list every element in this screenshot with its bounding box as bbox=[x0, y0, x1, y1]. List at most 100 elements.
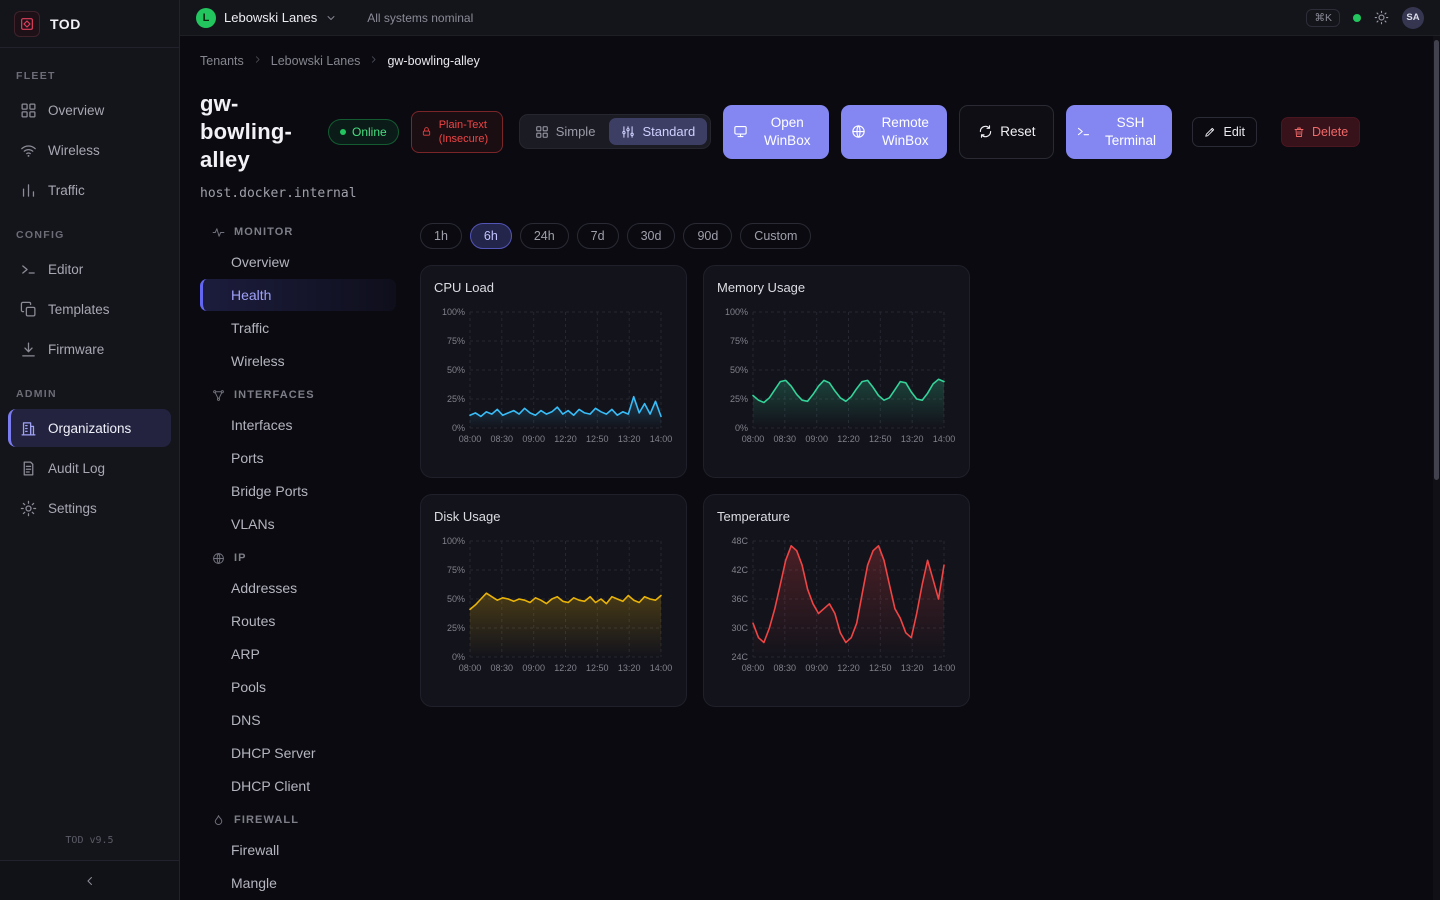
time-range-24h[interactable]: 24h bbox=[520, 223, 569, 249]
time-range-90d[interactable]: 90d bbox=[683, 223, 732, 249]
status-badge: Online bbox=[328, 119, 399, 145]
svg-text:13:20: 13:20 bbox=[618, 434, 641, 444]
subnav-item-traffic[interactable]: Traffic bbox=[200, 312, 396, 344]
grid-icon bbox=[20, 102, 37, 119]
subnav-item-arp[interactable]: ARP bbox=[200, 638, 396, 670]
time-range-6h[interactable]: 6h bbox=[470, 223, 512, 249]
subnav-item-health[interactable]: Health bbox=[200, 279, 396, 311]
time-range-1h[interactable]: 1h bbox=[420, 223, 462, 249]
svg-text:14:00: 14:00 bbox=[933, 434, 956, 444]
topbar-actions: ⌘K SA bbox=[1306, 7, 1424, 29]
pulse-icon bbox=[212, 226, 225, 239]
subnav-item-firewall[interactable]: Firewall bbox=[200, 834, 396, 866]
svg-text:09:00: 09:00 bbox=[805, 434, 828, 444]
scrollbar[interactable] bbox=[1433, 36, 1440, 900]
subnav-section-label: IP bbox=[234, 552, 247, 564]
chart-card-cpu-load: CPU Load 100%75%50%25%0%08:0008:3009:001… bbox=[420, 265, 687, 478]
svg-text:100%: 100% bbox=[442, 536, 465, 546]
subnav-item-vlans[interactable]: VLANs bbox=[200, 508, 396, 540]
chevron-down-icon bbox=[325, 12, 337, 24]
sidebar-section-config: CONFIG bbox=[0, 211, 179, 248]
time-range-30d[interactable]: 30d bbox=[627, 223, 676, 249]
terminal-icon bbox=[20, 261, 37, 278]
svg-text:75%: 75% bbox=[447, 336, 465, 346]
doc-icon bbox=[20, 460, 37, 477]
device-host: host.docker.internal bbox=[200, 186, 1420, 201]
svg-text:12:50: 12:50 bbox=[869, 663, 892, 673]
chart-card-memory-usage: Memory Usage 100%75%50%25%0%08:0008:3009… bbox=[703, 265, 970, 478]
breadcrumb: TenantsLebowski Lanesgw-bowling-alley bbox=[200, 54, 1420, 68]
collapse-sidebar-button[interactable] bbox=[0, 860, 179, 900]
chevron-right-icon bbox=[368, 54, 379, 68]
remote-winbox-button[interactable]: Remote WinBox bbox=[841, 105, 947, 159]
delete-button[interactable]: Delete bbox=[1281, 117, 1360, 147]
chart-title: CPU Load bbox=[434, 280, 673, 295]
edit-button[interactable]: Edit bbox=[1192, 117, 1257, 147]
svg-text:24C: 24C bbox=[731, 652, 748, 662]
view-standard-toggle[interactable]: Standard bbox=[609, 118, 707, 145]
time-range-7d[interactable]: 7d bbox=[577, 223, 619, 249]
sliders-icon bbox=[621, 125, 635, 139]
ssh-terminal-button[interactable]: SSH Terminal bbox=[1066, 105, 1172, 159]
subnav-item-ports[interactable]: Ports bbox=[200, 442, 396, 474]
sidebar-item-audit-log[interactable]: Audit Log bbox=[8, 449, 171, 487]
app-version: TOD v9.5 bbox=[0, 825, 179, 860]
subnav-item-mangle[interactable]: Mangle bbox=[200, 867, 396, 899]
sidebar-item-label: Traffic bbox=[48, 183, 85, 198]
sidebar-item-overview[interactable]: Overview bbox=[8, 91, 171, 129]
sidebar-item-wireless[interactable]: Wireless bbox=[8, 131, 171, 169]
time-range-custom[interactable]: Custom bbox=[740, 223, 811, 249]
sidebar-item-editor[interactable]: Editor bbox=[8, 250, 171, 288]
subnav-item-routes[interactable]: Routes bbox=[200, 605, 396, 637]
chart-title: Disk Usage bbox=[434, 509, 673, 524]
trash-icon bbox=[1293, 126, 1305, 138]
svg-text:75%: 75% bbox=[730, 336, 748, 346]
svg-text:12:20: 12:20 bbox=[837, 434, 860, 444]
svg-text:08:30: 08:30 bbox=[774, 663, 797, 673]
svg-text:25%: 25% bbox=[730, 394, 748, 404]
sidebar-item-organizations[interactable]: Organizations bbox=[8, 409, 171, 447]
sidebar-item-settings[interactable]: Settings bbox=[8, 489, 171, 527]
subnav-section-monitor: MONITOR bbox=[200, 215, 396, 245]
svg-text:30C: 30C bbox=[731, 623, 748, 633]
sidebar-item-traffic[interactable]: Traffic bbox=[8, 171, 171, 209]
view-simple-toggle[interactable]: Simple bbox=[523, 118, 608, 145]
subnav-item-dhcp-client[interactable]: DHCP Client bbox=[200, 770, 396, 802]
open-winbox-button[interactable]: Open WinBox bbox=[723, 105, 829, 159]
command-palette-shortcut[interactable]: ⌘K bbox=[1306, 9, 1340, 27]
theme-toggle-sun-icon[interactable] bbox=[1374, 10, 1389, 25]
breadcrumb-item-lebowski-lanes[interactable]: Lebowski Lanes bbox=[271, 54, 361, 68]
wifi-icon bbox=[20, 142, 37, 159]
page-title: gw-bowling-alley bbox=[200, 90, 316, 174]
scrollbar-thumb[interactable] bbox=[1434, 40, 1439, 480]
edit-label: Edit bbox=[1223, 125, 1245, 139]
svg-text:08:00: 08:00 bbox=[742, 663, 765, 673]
tenant-avatar: L bbox=[196, 8, 216, 28]
breadcrumb-item-tenants[interactable]: Tenants bbox=[200, 54, 244, 68]
sidebar-item-templates[interactable]: Templates bbox=[8, 290, 171, 328]
chart-disk-usage: 100%75%50%25%0%08:0008:3009:0012:2012:50… bbox=[434, 533, 674, 691]
svg-text:25%: 25% bbox=[447, 623, 465, 633]
svg-text:08:00: 08:00 bbox=[742, 434, 765, 444]
subnav-item-bridge-ports[interactable]: Bridge Ports bbox=[200, 475, 396, 507]
sidebar-item-firmware[interactable]: Firmware bbox=[8, 330, 171, 368]
status-badge-label: Online bbox=[352, 125, 387, 139]
reset-button[interactable]: Reset bbox=[959, 105, 1054, 159]
svg-text:09:00: 09:00 bbox=[522, 434, 545, 444]
gear-icon bbox=[20, 500, 37, 517]
user-avatar[interactable]: SA bbox=[1402, 7, 1424, 29]
svg-text:08:30: 08:30 bbox=[491, 663, 514, 673]
insecure-badge-label: Plain-Text (Insecure) bbox=[439, 118, 493, 147]
globe-icon bbox=[851, 124, 866, 139]
subnav-item-overview[interactable]: Overview bbox=[200, 246, 396, 278]
svg-text:25%: 25% bbox=[447, 394, 465, 404]
tenant-switcher[interactable]: L Lebowski Lanes bbox=[196, 8, 337, 28]
subnav-item-dns[interactable]: DNS bbox=[200, 704, 396, 736]
subnav-item-addresses[interactable]: Addresses bbox=[200, 572, 396, 604]
subnav-item-dhcp-server[interactable]: DHCP Server bbox=[200, 737, 396, 769]
subnav-item-pools[interactable]: Pools bbox=[200, 671, 396, 703]
subnav-item-interfaces[interactable]: Interfaces bbox=[200, 409, 396, 441]
svg-text:50%: 50% bbox=[447, 594, 465, 604]
subnav-item-wireless[interactable]: Wireless bbox=[200, 345, 396, 377]
view-mode-toggle: Simple Standard bbox=[519, 114, 712, 149]
